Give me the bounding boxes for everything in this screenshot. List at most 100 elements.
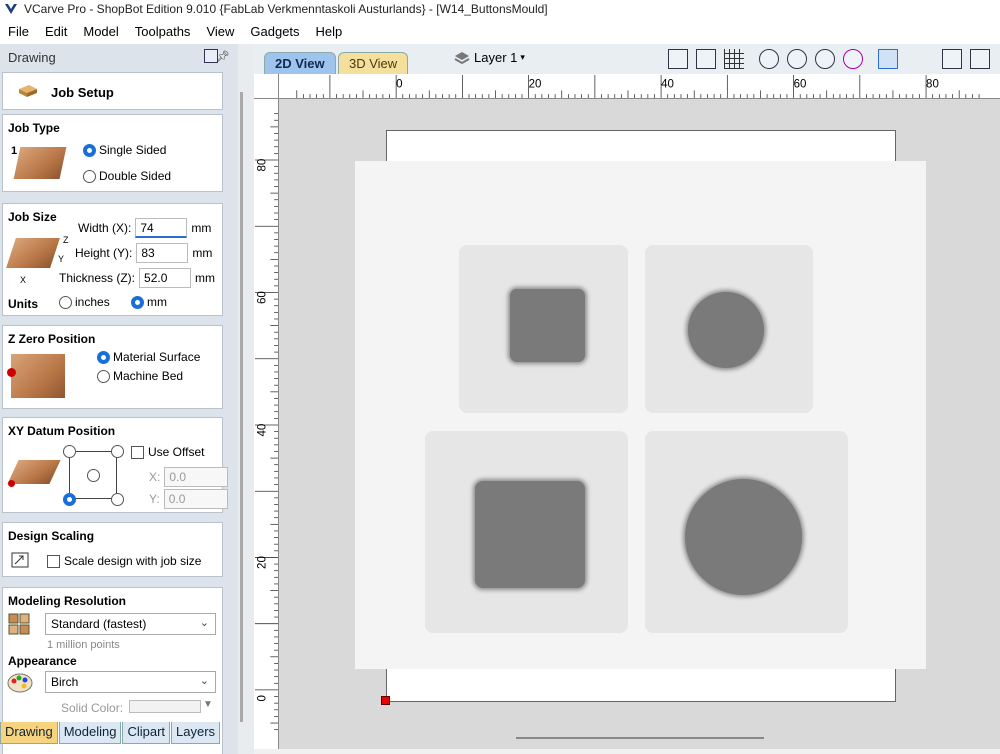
tab-clipart[interactable]: Clipart bbox=[122, 722, 171, 744]
selection-mode-icon[interactable] bbox=[878, 49, 898, 69]
radio-selected-icon bbox=[131, 295, 144, 309]
ruler-h-label: 20 bbox=[529, 78, 542, 90]
job-type-heading: Job Type bbox=[8, 121, 60, 135]
chevron-down-icon: ▾ bbox=[520, 52, 525, 62]
pin-icon[interactable]: 📌︎ bbox=[216, 50, 230, 63]
menu-view[interactable]: View bbox=[198, 24, 242, 39]
scale-design-checkbox[interactable]: Scale design with job size bbox=[47, 554, 201, 568]
datum-bottom-left[interactable] bbox=[63, 493, 79, 506]
radio-selected-icon bbox=[63, 493, 76, 506]
tab-2d-view[interactable]: 2D View bbox=[264, 52, 336, 74]
2d-view-canvas[interactable]: 0 20 40 60 80 80 60 40 20 0 bbox=[254, 74, 1000, 749]
solid-color-dropdown-icon[interactable]: ▼ bbox=[203, 699, 213, 710]
tab-3d-view[interactable]: 3D View bbox=[338, 52, 409, 74]
thickness-input[interactable]: 52.0 bbox=[139, 268, 192, 288]
width-label: Width (X): bbox=[78, 221, 132, 235]
radio-selected-icon bbox=[83, 143, 96, 157]
appearance-dropdown[interactable]: Birch ⌄ bbox=[45, 671, 216, 693]
job-setup-header[interactable]: Job Setup bbox=[2, 72, 223, 110]
drawing-panel: Drawing 📌︎ Job Setup Job Type 1 Single S… bbox=[0, 44, 238, 754]
datum-origin-marker bbox=[381, 696, 390, 705]
checkbox-icon bbox=[47, 554, 60, 568]
job-setup-icon bbox=[19, 85, 37, 97]
material-surface-label: Material Surface bbox=[113, 350, 201, 364]
resolution-value: Standard (fastest) bbox=[51, 617, 147, 631]
split-vertical-icon[interactable] bbox=[970, 49, 990, 69]
xy-datum-section: XY Datum Position Use Offset X: 0.0 Y: 0.0 bbox=[2, 417, 229, 513]
menu-toolpaths[interactable]: Toolpaths bbox=[127, 24, 199, 39]
layer-icon bbox=[454, 51, 470, 64]
menu-edit[interactable]: Edit bbox=[37, 24, 75, 39]
vcarve-logo-icon bbox=[5, 4, 17, 14]
use-offset-checkbox[interactable]: Use Offset bbox=[131, 445, 204, 459]
layer-selector[interactable]: Layer 1 ▾ bbox=[454, 50, 525, 65]
units-mm-radio[interactable]: mm bbox=[131, 295, 167, 309]
job-type-section: Job Type 1 Single Sided Double Sided bbox=[2, 114, 223, 192]
xy-datum-heading: XY Datum Position bbox=[8, 424, 116, 438]
menu-model[interactable]: Model bbox=[75, 24, 126, 39]
small-circle-button[interactable] bbox=[688, 292, 764, 368]
panel-splitter[interactable] bbox=[238, 44, 254, 754]
offset-y-input[interactable]: 0.0 bbox=[163, 489, 228, 509]
mm-label: mm bbox=[147, 295, 167, 309]
toolpath-preview-icon[interactable] bbox=[906, 49, 926, 69]
tab-drawing[interactable]: Drawing bbox=[0, 722, 58, 744]
pan-icon[interactable] bbox=[759, 49, 779, 69]
thickness-unit: mm bbox=[195, 271, 216, 285]
tab-modeling[interactable]: Modeling bbox=[58, 722, 122, 744]
datum-top-right[interactable] bbox=[111, 445, 127, 458]
tab-layers[interactable]: Layers bbox=[171, 722, 221, 744]
radio-unselected-icon bbox=[87, 469, 100, 482]
appearance-heading: Appearance bbox=[8, 654, 77, 668]
datum-top-left[interactable] bbox=[63, 445, 79, 458]
zoom-extents-icon[interactable] bbox=[815, 49, 835, 69]
menu-bar: File Edit Model Toolpaths View Gadgets H… bbox=[0, 18, 1000, 44]
single-sided-radio[interactable]: Single Sided bbox=[83, 143, 166, 157]
job-setup-label: Job Setup bbox=[51, 85, 114, 100]
double-sided-radio[interactable]: Double Sided bbox=[83, 169, 171, 183]
horizontal-scrollbar[interactable] bbox=[254, 737, 1000, 754]
offset-x-input[interactable]: 0.0 bbox=[164, 467, 229, 487]
small-square-button[interactable] bbox=[510, 289, 585, 362]
scrollbar-thumb[interactable] bbox=[516, 737, 764, 739]
machine-bed-radio[interactable]: Machine Bed bbox=[97, 369, 183, 383]
menu-gadgets[interactable]: Gadgets bbox=[242, 24, 307, 39]
radio-unselected-icon bbox=[63, 445, 76, 458]
panel-header: Drawing 📌︎ bbox=[0, 44, 238, 70]
scale-icon bbox=[11, 552, 29, 568]
large-square-button[interactable] bbox=[475, 481, 585, 588]
large-circle-button[interactable] bbox=[685, 479, 802, 595]
horizontal-ruler: 0 20 40 60 80 bbox=[279, 74, 1000, 99]
units-inches-radio[interactable]: inches bbox=[59, 295, 110, 309]
zoom-box-icon[interactable] bbox=[787, 49, 807, 69]
draw-vector-icon[interactable] bbox=[668, 49, 688, 69]
zoom-selection-icon[interactable] bbox=[843, 49, 863, 69]
radio-unselected-icon bbox=[59, 295, 72, 309]
ruler-h-label: 60 bbox=[794, 78, 807, 90]
split-horizontal-icon[interactable] bbox=[942, 49, 962, 69]
resolution-grid-icon bbox=[8, 613, 30, 635]
measure-icon[interactable] bbox=[696, 49, 716, 69]
appearance-value: Birch bbox=[51, 675, 79, 689]
ruler-corner bbox=[254, 74, 279, 99]
width-input[interactable]: 74 bbox=[135, 218, 188, 238]
datum-center[interactable] bbox=[87, 469, 103, 482]
material-surface-radio[interactable]: Material Surface bbox=[97, 350, 200, 364]
resolution-dropdown[interactable]: Standard (fastest) ⌄ bbox=[45, 613, 216, 635]
height-input[interactable]: 83 bbox=[136, 243, 189, 263]
grid-icon[interactable] bbox=[724, 49, 744, 69]
scale-design-label: Scale design with job size bbox=[64, 554, 202, 568]
radio-unselected-icon bbox=[83, 169, 96, 183]
menu-help[interactable]: Help bbox=[308, 24, 351, 39]
offset-y-label: Y: bbox=[149, 492, 160, 506]
datum-bottom-right[interactable] bbox=[111, 493, 127, 506]
menu-file[interactable]: File bbox=[0, 24, 37, 39]
use-offset-label: Use Offset bbox=[148, 445, 205, 459]
view-toolbar: 2D View 3D View Layer 1 ▾ bbox=[254, 44, 1000, 74]
solid-color-swatch[interactable] bbox=[129, 700, 201, 713]
single-sided-illustration bbox=[13, 147, 67, 179]
resolution-note: 1 million points bbox=[47, 639, 120, 651]
drawing-area[interactable] bbox=[279, 99, 1000, 749]
chevron-down-icon: ⌄ bbox=[199, 675, 209, 687]
splitter-grip[interactable] bbox=[240, 92, 243, 722]
